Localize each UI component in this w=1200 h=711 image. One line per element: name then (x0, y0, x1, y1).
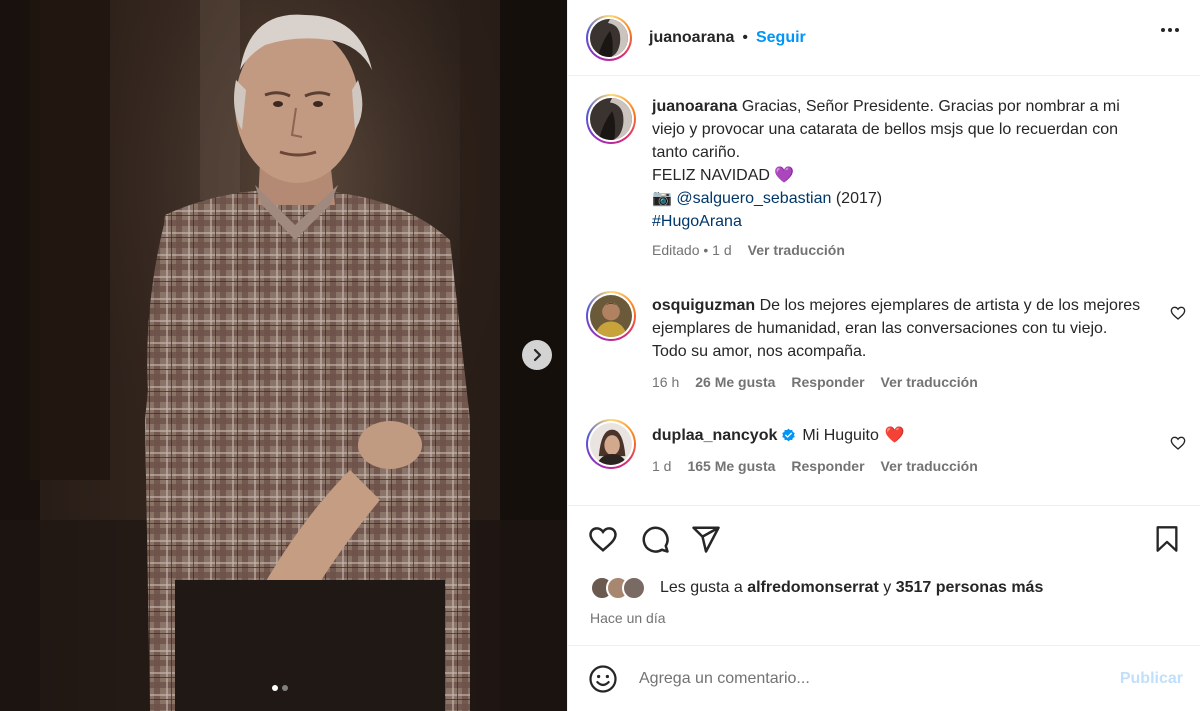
share-icon[interactable] (691, 524, 721, 554)
purple-heart-emoji: 💜 (774, 167, 795, 184)
camera-icon: 📷 (652, 190, 672, 207)
post-media (0, 0, 567, 711)
more-options-button[interactable] (1161, 28, 1179, 32)
carousel-dot-active (272, 685, 278, 691)
likes-prefix: Les gusta a (660, 579, 743, 596)
caption-avatar[interactable] (586, 94, 636, 144)
bookmark-icon[interactable] (1153, 524, 1181, 554)
liker-username[interactable]: alfredomonserrat (747, 579, 879, 597)
instagram-post: juanoarana • Seguir juanoarana Gracias, … (0, 0, 1200, 711)
heart-icon[interactable] (1170, 305, 1186, 321)
post-header: juanoarana • Seguir (568, 0, 1200, 76)
liker-avatar[interactable] (622, 576, 646, 600)
commenter-avatar-image (590, 423, 632, 465)
comment-username[interactable]: duplaa_nancyok (652, 424, 777, 447)
hashtag-link[interactable]: #HugoArana (652, 213, 742, 230)
comment-input[interactable] (639, 669, 1079, 688)
comment-item: duplaa_nancyok Mi Huguito ❤️ 1 d 165 Me … (586, 419, 1142, 478)
publish-button[interactable]: Publicar (1120, 670, 1183, 688)
photographer-mention[interactable]: @salguero_sebastian (676, 190, 831, 207)
comment-avatar[interactable] (586, 419, 636, 469)
comment-text: Mi Huguito (802, 427, 879, 444)
caption-edited: Editado • 1 d (652, 242, 732, 258)
reply-button[interactable]: Responder (791, 455, 864, 478)
comment-item: osquiguzman De los mejores ejemplares de… (586, 291, 1142, 394)
author-avatar[interactable] (586, 14, 632, 61)
verified-icon (782, 428, 796, 442)
more-icon (1161, 28, 1165, 32)
caption-translate-button[interactable]: Ver traducción (748, 239, 845, 262)
carousel-dot (282, 685, 288, 691)
caption: juanoarana Gracias, Señor Presidente. Gr… (586, 94, 1142, 262)
post-timestamp[interactable]: Hace un día (590, 610, 666, 626)
follow-button[interactable]: Seguir (756, 29, 806, 47)
post-photo (0, 0, 567, 711)
comment-time: 1 d (652, 458, 672, 474)
comment-likes-count[interactable]: 26 Me gusta (695, 371, 775, 394)
author-username[interactable]: juanoarana (649, 29, 734, 47)
chevron-right-icon (533, 348, 542, 362)
add-comment-bar: Publicar (568, 645, 1200, 711)
author-avatar-image (590, 18, 628, 57)
heart-icon[interactable] (1170, 435, 1186, 451)
comment-translate-button[interactable]: Ver traducción (881, 371, 978, 394)
caption-avatar-image (590, 98, 632, 140)
post-actions (568, 505, 1200, 565)
reply-button[interactable]: Responder (791, 371, 864, 394)
caption-year: (2017) (835, 190, 883, 207)
comment-avatar[interactable] (586, 291, 636, 341)
comment-likes-count[interactable]: 165 Me gusta (687, 455, 775, 478)
post-side-panel: juanoarana • Seguir juanoarana Gracias, … (567, 0, 1200, 711)
likes-summary: Les gusta a alfredomonserrat y 3517 pers… (590, 576, 1043, 600)
liker-avatars (590, 576, 646, 600)
comment-translate-button[interactable]: Ver traducción (881, 455, 978, 478)
caption-greeting: FELIZ NAVIDAD (652, 167, 770, 184)
comment-time: 16 h (652, 374, 680, 390)
emoji-icon[interactable] (588, 664, 618, 694)
comment-icon[interactable] (640, 524, 670, 554)
carousel-indicator (272, 685, 288, 691)
likes-conjunction: y (883, 579, 892, 596)
heart-icon[interactable] (588, 524, 618, 554)
red-heart-emoji: ❤️ (884, 427, 905, 444)
header-separator: • (742, 28, 748, 46)
next-image-button[interactable] (522, 340, 552, 370)
comment-username[interactable]: osquiguzman (652, 297, 755, 314)
likes-others[interactable]: 3517 personas más (896, 579, 1044, 597)
commenter-avatar-image (590, 295, 632, 337)
caption-username[interactable]: juanoarana (652, 98, 737, 115)
